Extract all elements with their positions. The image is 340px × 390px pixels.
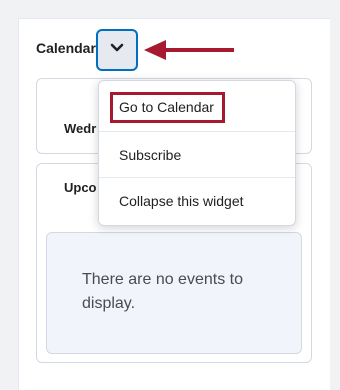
menu-item-collapse-widget[interactable]: Collapse this widget [99, 177, 295, 224]
menu-item-go-to-calendar[interactable]: Go to Calendar [99, 83, 295, 130]
date-label: Wedr [64, 121, 97, 136]
chevron-down-icon [109, 41, 125, 59]
arrow-left-icon [144, 37, 236, 63]
widget-options-button[interactable] [96, 29, 138, 71]
widget-options-menu: Go to Calendar Subscribe Collapse this w… [98, 80, 296, 226]
menu-item-subscribe[interactable]: Subscribe [99, 131, 295, 178]
empty-events-message: There are no events to display. [82, 271, 243, 312]
upcoming-label: Upco [64, 180, 97, 195]
widget-title: Calendar [36, 40, 96, 56]
